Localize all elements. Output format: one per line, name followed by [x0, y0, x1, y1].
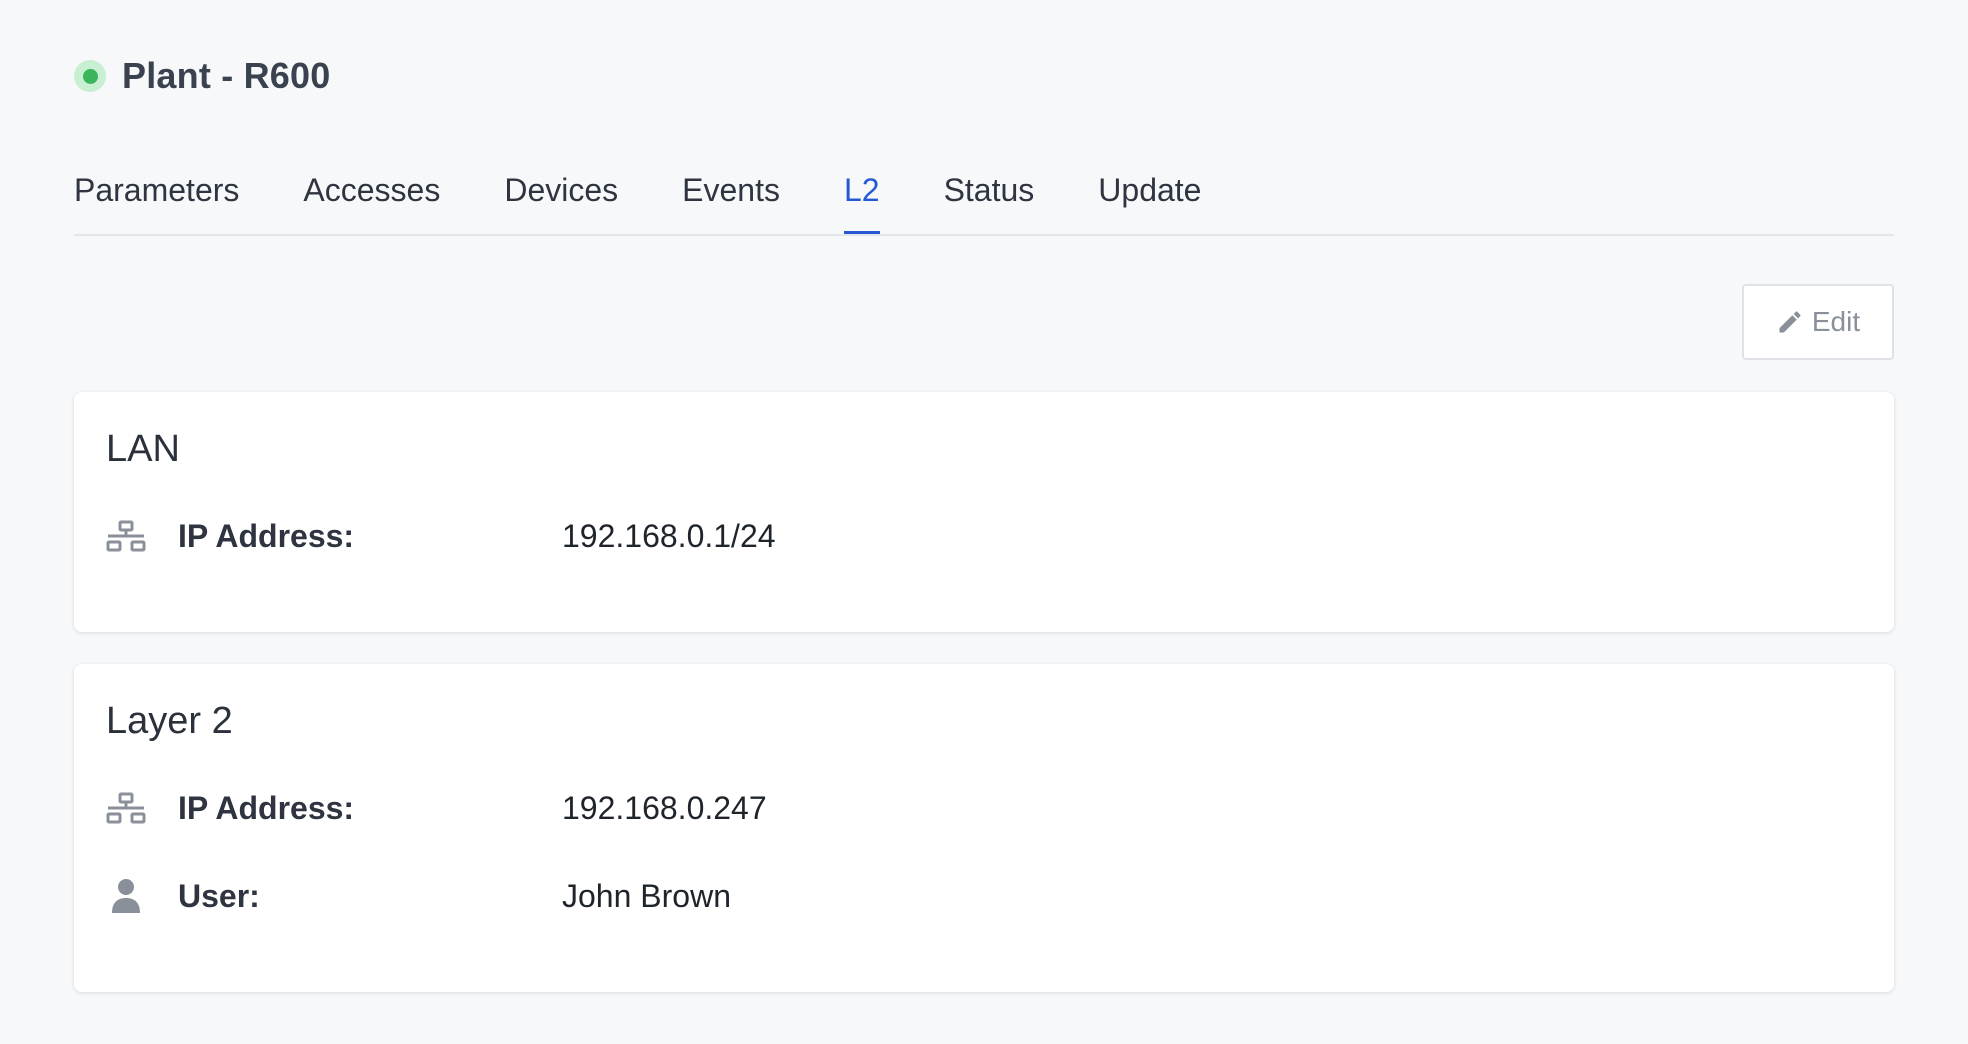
network-icon — [106, 788, 146, 828]
tab-bar: Parameters Accesses Devices Events L2 St… — [74, 160, 1894, 236]
page-header: Plant - R600 — [74, 52, 330, 100]
layer2-ip-row: IP Address: 192.168.0.247 — [106, 784, 767, 832]
tab-accesses[interactable]: Accesses — [303, 160, 440, 220]
layer2-user-label: User: — [178, 877, 260, 914]
lan-card: LAN IP Address: 192.168.0.1/24 — [74, 392, 1894, 632]
status-indicator — [74, 60, 106, 92]
user-icon — [106, 876, 146, 916]
network-icon — [106, 516, 146, 556]
edit-button[interactable]: Edit — [1742, 284, 1894, 360]
layer2-card-title: Layer 2 — [106, 700, 233, 742]
tab-update[interactable]: Update — [1098, 160, 1201, 220]
tab-devices[interactable]: Devices — [504, 160, 618, 220]
page-title: Plant - R600 — [122, 55, 331, 96]
tab-events[interactable]: Events — [682, 160, 780, 220]
layer2-user-row: User: John Brown — [106, 872, 731, 920]
lan-ip-label: IP Address: — [178, 517, 355, 554]
layer2-ip-value: 192.168.0.247 — [562, 789, 767, 826]
lan-card-title: LAN — [106, 428, 180, 470]
edit-button-label: Edit — [1811, 306, 1861, 337]
status-dot-icon — [82, 68, 98, 84]
tab-parameters[interactable]: Parameters — [74, 160, 239, 220]
lan-ip-value: 192.168.0.1/24 — [562, 517, 776, 554]
layer2-ip-label: IP Address: — [178, 789, 355, 826]
layer2-user-value: John Brown — [562, 877, 731, 914]
tab-l2[interactable]: L2 — [843, 160, 880, 234]
layer2-card: Layer 2 IP Address: 192.168.0.247 User: … — [74, 664, 1894, 992]
tab-status[interactable]: Status — [944, 160, 1035, 220]
pencil-icon — [1779, 311, 1801, 333]
lan-ip-row: IP Address: 192.168.0.1/24 — [106, 512, 776, 560]
